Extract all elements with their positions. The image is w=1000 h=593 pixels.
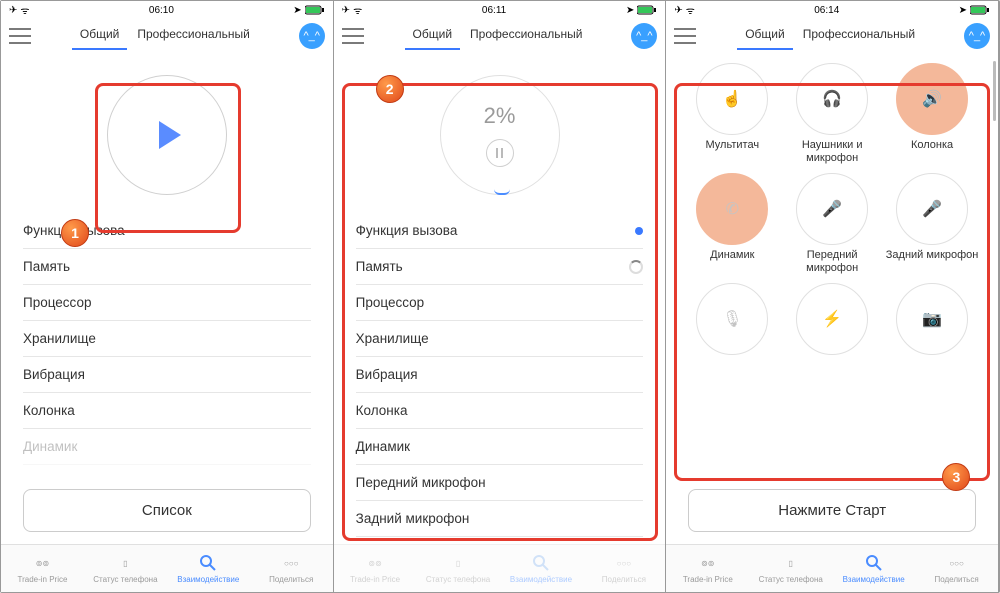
location-icon: ➤ (293, 5, 301, 16)
test-connector[interactable]: ⚡ (796, 283, 868, 355)
list-item[interactable]: Память (23, 249, 311, 285)
test-receiver[interactable]: ✆ (696, 173, 768, 245)
menu-icon[interactable] (674, 28, 696, 44)
tab-pro[interactable]: Профессиональный (464, 26, 588, 45)
bottom-nav: ⊚⊚Trade-in Price ▯Статус телефона Взаимо… (1, 544, 333, 592)
play-button[interactable] (107, 75, 227, 195)
tab-general[interactable]: Общий (407, 26, 459, 45)
test-rear-mic[interactable]: 🎤 (896, 173, 968, 245)
status-bar: ✈ᯤ 06:14 ➤ (666, 1, 998, 19)
list-item[interactable]: Колонка (23, 393, 311, 429)
step-badge-1: 1 (61, 219, 89, 247)
status-bar: ✈ᯤ 06:10 ➤ (1, 1, 333, 19)
mic-icon: 🎙 (722, 309, 742, 329)
nav-tradein[interactable]: ⊚⊚Trade-in Price (334, 545, 417, 592)
list-item[interactable]: Память (356, 249, 644, 285)
test-headphones[interactable]: 🎧 (796, 63, 868, 135)
test-multitouch[interactable]: ☝ (696, 63, 768, 135)
more-icon: ○○○ (284, 553, 299, 573)
menu-icon[interactable] (342, 28, 364, 44)
tab-general[interactable]: Общий (74, 26, 126, 45)
play-icon (159, 121, 181, 149)
list-item[interactable]: Динамик (356, 429, 644, 465)
nav-share[interactable]: ○○○Поделиться (250, 545, 333, 592)
coins-icon: ⊚⊚ (36, 553, 49, 573)
promo-badge[interactable]: ^_^ (631, 23, 657, 49)
list-item[interactable]: Задний микрофон (356, 501, 644, 537)
pause-button[interactable] (486, 139, 514, 167)
nav-share[interactable]: ○○○Поделиться (582, 545, 665, 592)
test-front-mic[interactable]: 🎤 (796, 173, 868, 245)
start-button[interactable]: Нажмите Старт (688, 489, 976, 532)
clock: 06:14 (814, 5, 839, 16)
spinner-icon (629, 260, 643, 274)
phone-icon: ▯ (123, 553, 127, 573)
nav-status[interactable]: ▯Статус телефона (417, 545, 500, 592)
list-item[interactable]: Хранилище (356, 321, 644, 357)
usb-icon: ⚡ (822, 309, 842, 329)
search-icon (199, 553, 217, 573)
step-badge-2: 2 (376, 75, 404, 103)
test-bottom-mic[interactable]: 🎙 (696, 283, 768, 355)
phone-handset-icon: ✆ (726, 199, 739, 219)
camera-icon: 📷 (922, 309, 942, 329)
scroll-indicator[interactable] (993, 61, 996, 121)
nav-share[interactable]: ○○○Поделиться (915, 545, 998, 592)
mic-icon: 🎤 (922, 199, 942, 219)
touch-icon: ☝ (722, 89, 742, 109)
nav-tradein[interactable]: ⊚⊚Trade-in Price (1, 545, 84, 592)
list-item[interactable]: Процессор (356, 285, 644, 321)
progress-value: 2% (484, 103, 516, 129)
list-item[interactable]: Передний микрофон (356, 465, 644, 501)
tab-pro[interactable]: Профессиональный (797, 26, 921, 45)
list-item[interactable]: Вибрация (23, 357, 311, 393)
list-item[interactable]: Вибрация (356, 357, 644, 393)
list-item[interactable]: Функция вызова (356, 213, 644, 249)
list-button[interactable]: Список (23, 489, 311, 532)
list-item[interactable]: Процессор (23, 285, 311, 321)
status-done-icon (635, 227, 643, 235)
promo-badge[interactable]: ^_^ (299, 23, 325, 49)
clock: 06:10 (149, 5, 174, 16)
nav-interaction[interactable]: Взаимодействие (500, 545, 583, 592)
nav-status[interactable]: ▯Статус телефона (749, 545, 832, 592)
tab-general[interactable]: Общий (739, 26, 791, 45)
test-camera[interactable]: 📷 (896, 283, 968, 355)
bottom-nav: ⊚⊚Trade-in Price ▯Статус телефона Взаимо… (334, 544, 666, 592)
list-item[interactable]: Колонка (356, 393, 644, 429)
menu-icon[interactable] (9, 28, 31, 44)
headphones-icon: 🎧 (822, 89, 842, 109)
nav-interaction[interactable]: Взаимодействие (167, 545, 250, 592)
test-speaker[interactable]: 🔊 (896, 63, 968, 135)
nav-interaction[interactable]: Взаимодействие (832, 545, 915, 592)
progress-circle: 2% (440, 75, 560, 195)
speaker-icon: 🔊 (922, 89, 942, 109)
mic-icon: 🎤 (822, 199, 842, 219)
bottom-nav: ⊚⊚Trade-in Price ▯Статус телефона Взаимо… (666, 544, 998, 592)
list-item[interactable]: Хранилище (23, 321, 311, 357)
wifi-icon: ᯤ (20, 3, 29, 17)
clock: 06:11 (482, 5, 506, 16)
nav-tradein[interactable]: ⊚⊚Trade-in Price (666, 545, 749, 592)
tab-pro[interactable]: Профессиональный (131, 26, 255, 45)
status-bar: ✈ᯤ 06:11 ➤ (334, 1, 666, 19)
nav-status[interactable]: ▯Статус телефона (84, 545, 167, 592)
list-item[interactable]: Динамик (23, 429, 311, 465)
battery-icon (305, 5, 325, 15)
airplane-icon: ✈ (9, 5, 17, 16)
promo-badge[interactable]: ^_^ (964, 23, 990, 49)
